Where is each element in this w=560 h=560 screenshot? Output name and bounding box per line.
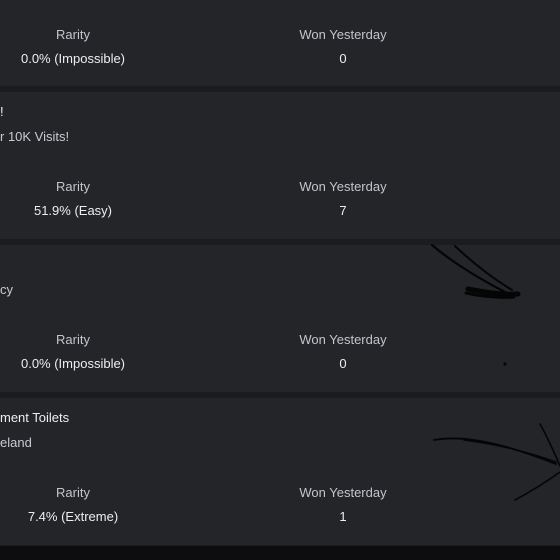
rarity-value: 51.9% (Easy) (33, 203, 113, 218)
won-yesterday-value: 7 (339, 203, 347, 218)
rarity-label: Rarity (56, 27, 90, 42)
won-yesterday-label: Won Yesterday (299, 332, 387, 347)
rarity-label: Rarity (56, 332, 90, 347)
badge-description: r 10K Visits! (0, 129, 70, 144)
won-yesterday-label: Won Yesterday (299, 179, 387, 194)
badge-title: ! (0, 104, 4, 119)
rarity-value: 7.4% (Extreme) (27, 509, 119, 524)
badges-list: Rarity 0.0% (Impossible) Won Yesterday 0… (0, 0, 560, 560)
won-yesterday-value: 1 (339, 509, 347, 524)
badge-description: cy (0, 282, 13, 297)
badge-card[interactable]: cy Rarity 0.0% (Impossible) Won Yesterda… (0, 245, 560, 392)
badge-card[interactable]: ! r 10K Visits! Rarity 51.9% (Easy) Won … (0, 92, 560, 239)
badge-description: eland (0, 435, 32, 450)
bottom-bar (0, 546, 560, 560)
rarity-value: 0.0% (Impossible) (20, 51, 126, 66)
badge-title: ment Toilets (0, 410, 70, 425)
badge-card[interactable]: Rarity 0.0% (Impossible) Won Yesterday 0 (0, 0, 560, 86)
badge-card[interactable]: ment Toilets eland Rarity 7.4% (Extreme)… (0, 398, 560, 545)
won-yesterday-label: Won Yesterday (299, 485, 387, 500)
rarity-label: Rarity (56, 485, 90, 500)
won-yesterday-value: 0 (339, 51, 347, 66)
won-yesterday-label: Won Yesterday (299, 27, 387, 42)
won-yesterday-value: 0 (339, 356, 347, 371)
rarity-label: Rarity (56, 179, 90, 194)
rarity-value: 0.0% (Impossible) (20, 356, 126, 371)
